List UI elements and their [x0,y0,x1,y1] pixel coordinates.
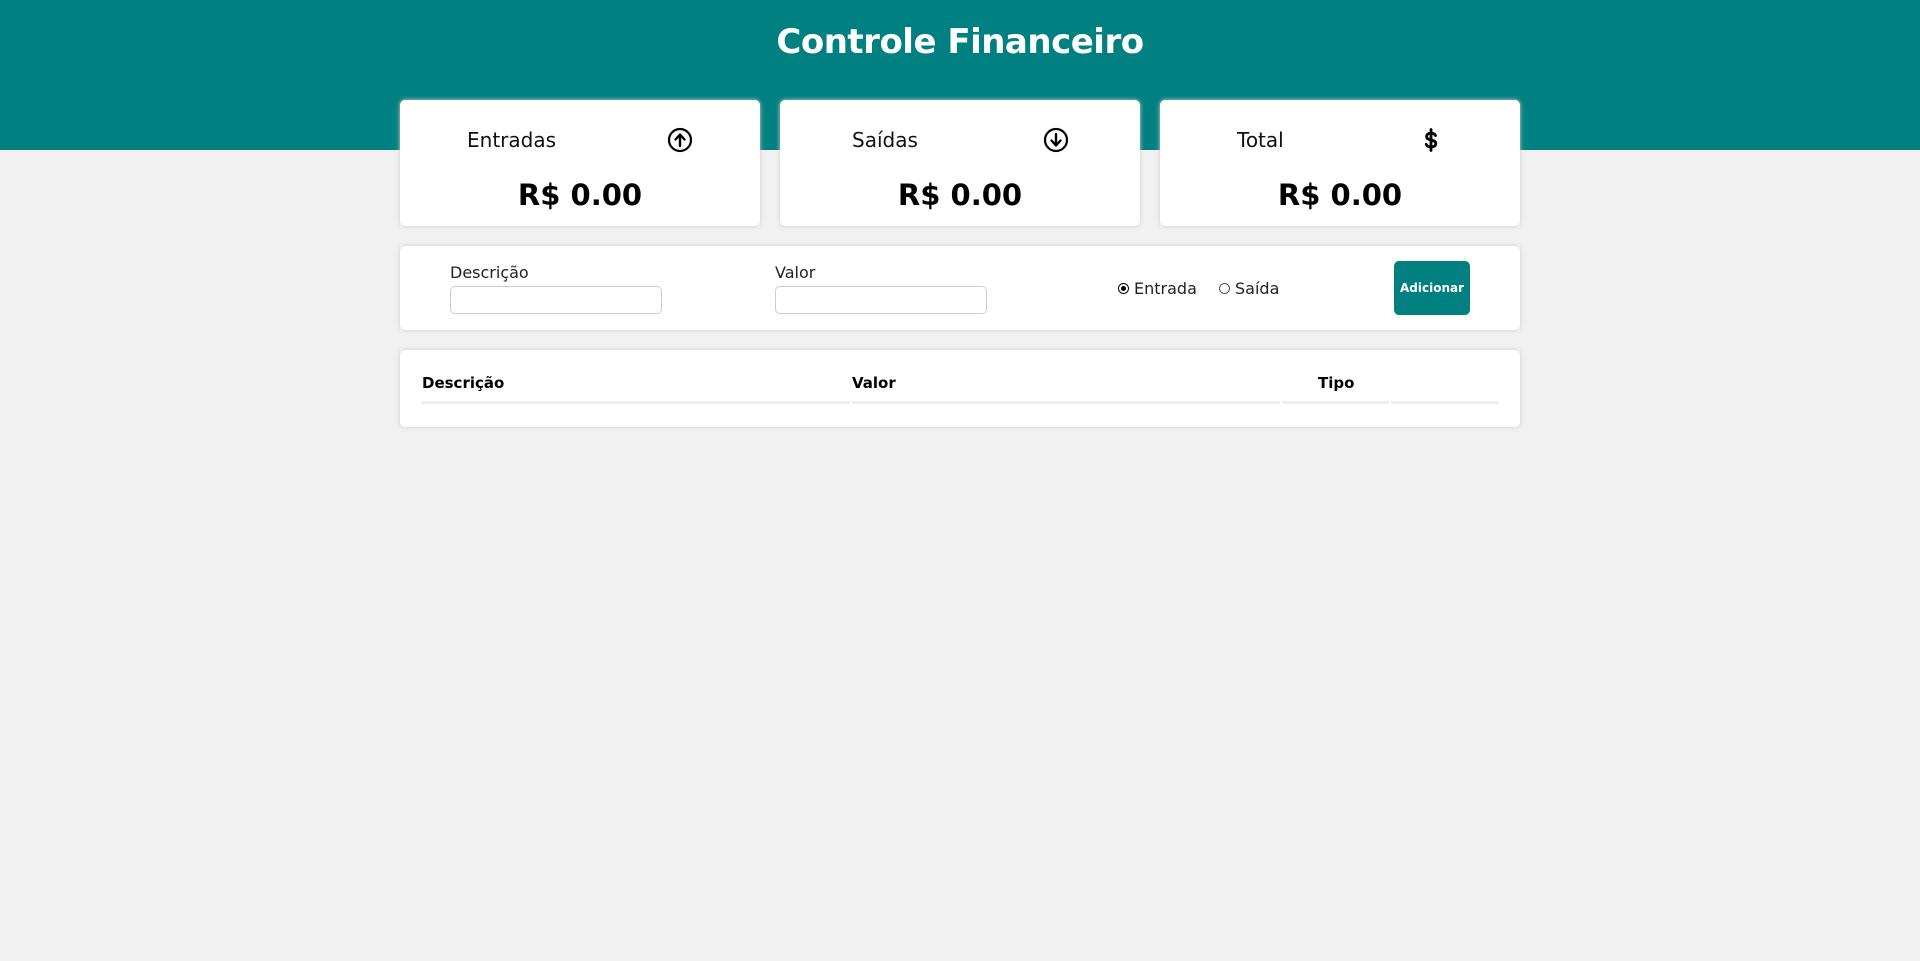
total-card: Total R$ 0.00 [1160,100,1520,226]
income-card-label: Entradas [467,128,557,152]
income-card: Entradas R$ 0.00 [400,100,760,226]
column-header-type: Tipo [1318,374,1355,392]
transactions-table: Descrição Valor Tipo [400,350,1520,427]
radio-entrada[interactable] [1118,283,1129,294]
header-underline-amount [852,401,1280,404]
type-radio-saida[interactable]: Saída [1219,279,1279,298]
total-card-label: Total [1237,128,1284,152]
column-header-description: Descrição [422,374,505,392]
header-underline-description [422,401,850,404]
radio-entrada-label: Entrada [1134,279,1197,298]
type-radio-entrada[interactable]: Entrada [1118,279,1197,298]
column-header-amount: Valor [852,374,896,392]
radio-saida-label: Saída [1235,279,1280,298]
expense-card: Saídas R$ 0.00 [780,100,1140,226]
expense-card-label: Saídas [852,128,918,152]
header-underline-type [1282,401,1389,404]
header-underline-actions [1391,401,1498,404]
page-title: Controle Financeiro [776,22,1144,62]
description-label: Descrição [450,263,529,282]
amount-label: Valor [775,263,816,282]
total-card-value: R$ 0.00 [1277,178,1403,212]
transaction-form: Descrição Valor Entrada Saída Adicionar [400,246,1520,330]
income-card-value: R$ 0.00 [517,178,643,212]
arrow-down-circle-icon [1043,127,1069,153]
expense-card-value: R$ 0.00 [897,178,1023,212]
radio-saida[interactable] [1219,283,1230,294]
description-input[interactable] [450,286,662,314]
arrow-up-circle-icon [667,127,693,153]
dollar-icon [1424,128,1438,152]
amount-input[interactable] [775,286,987,314]
add-button[interactable]: Adicionar [1394,261,1470,315]
summary-cards: Entradas R$ 0.00 Saídas R$ 0.00 Total R$… [400,100,1520,226]
